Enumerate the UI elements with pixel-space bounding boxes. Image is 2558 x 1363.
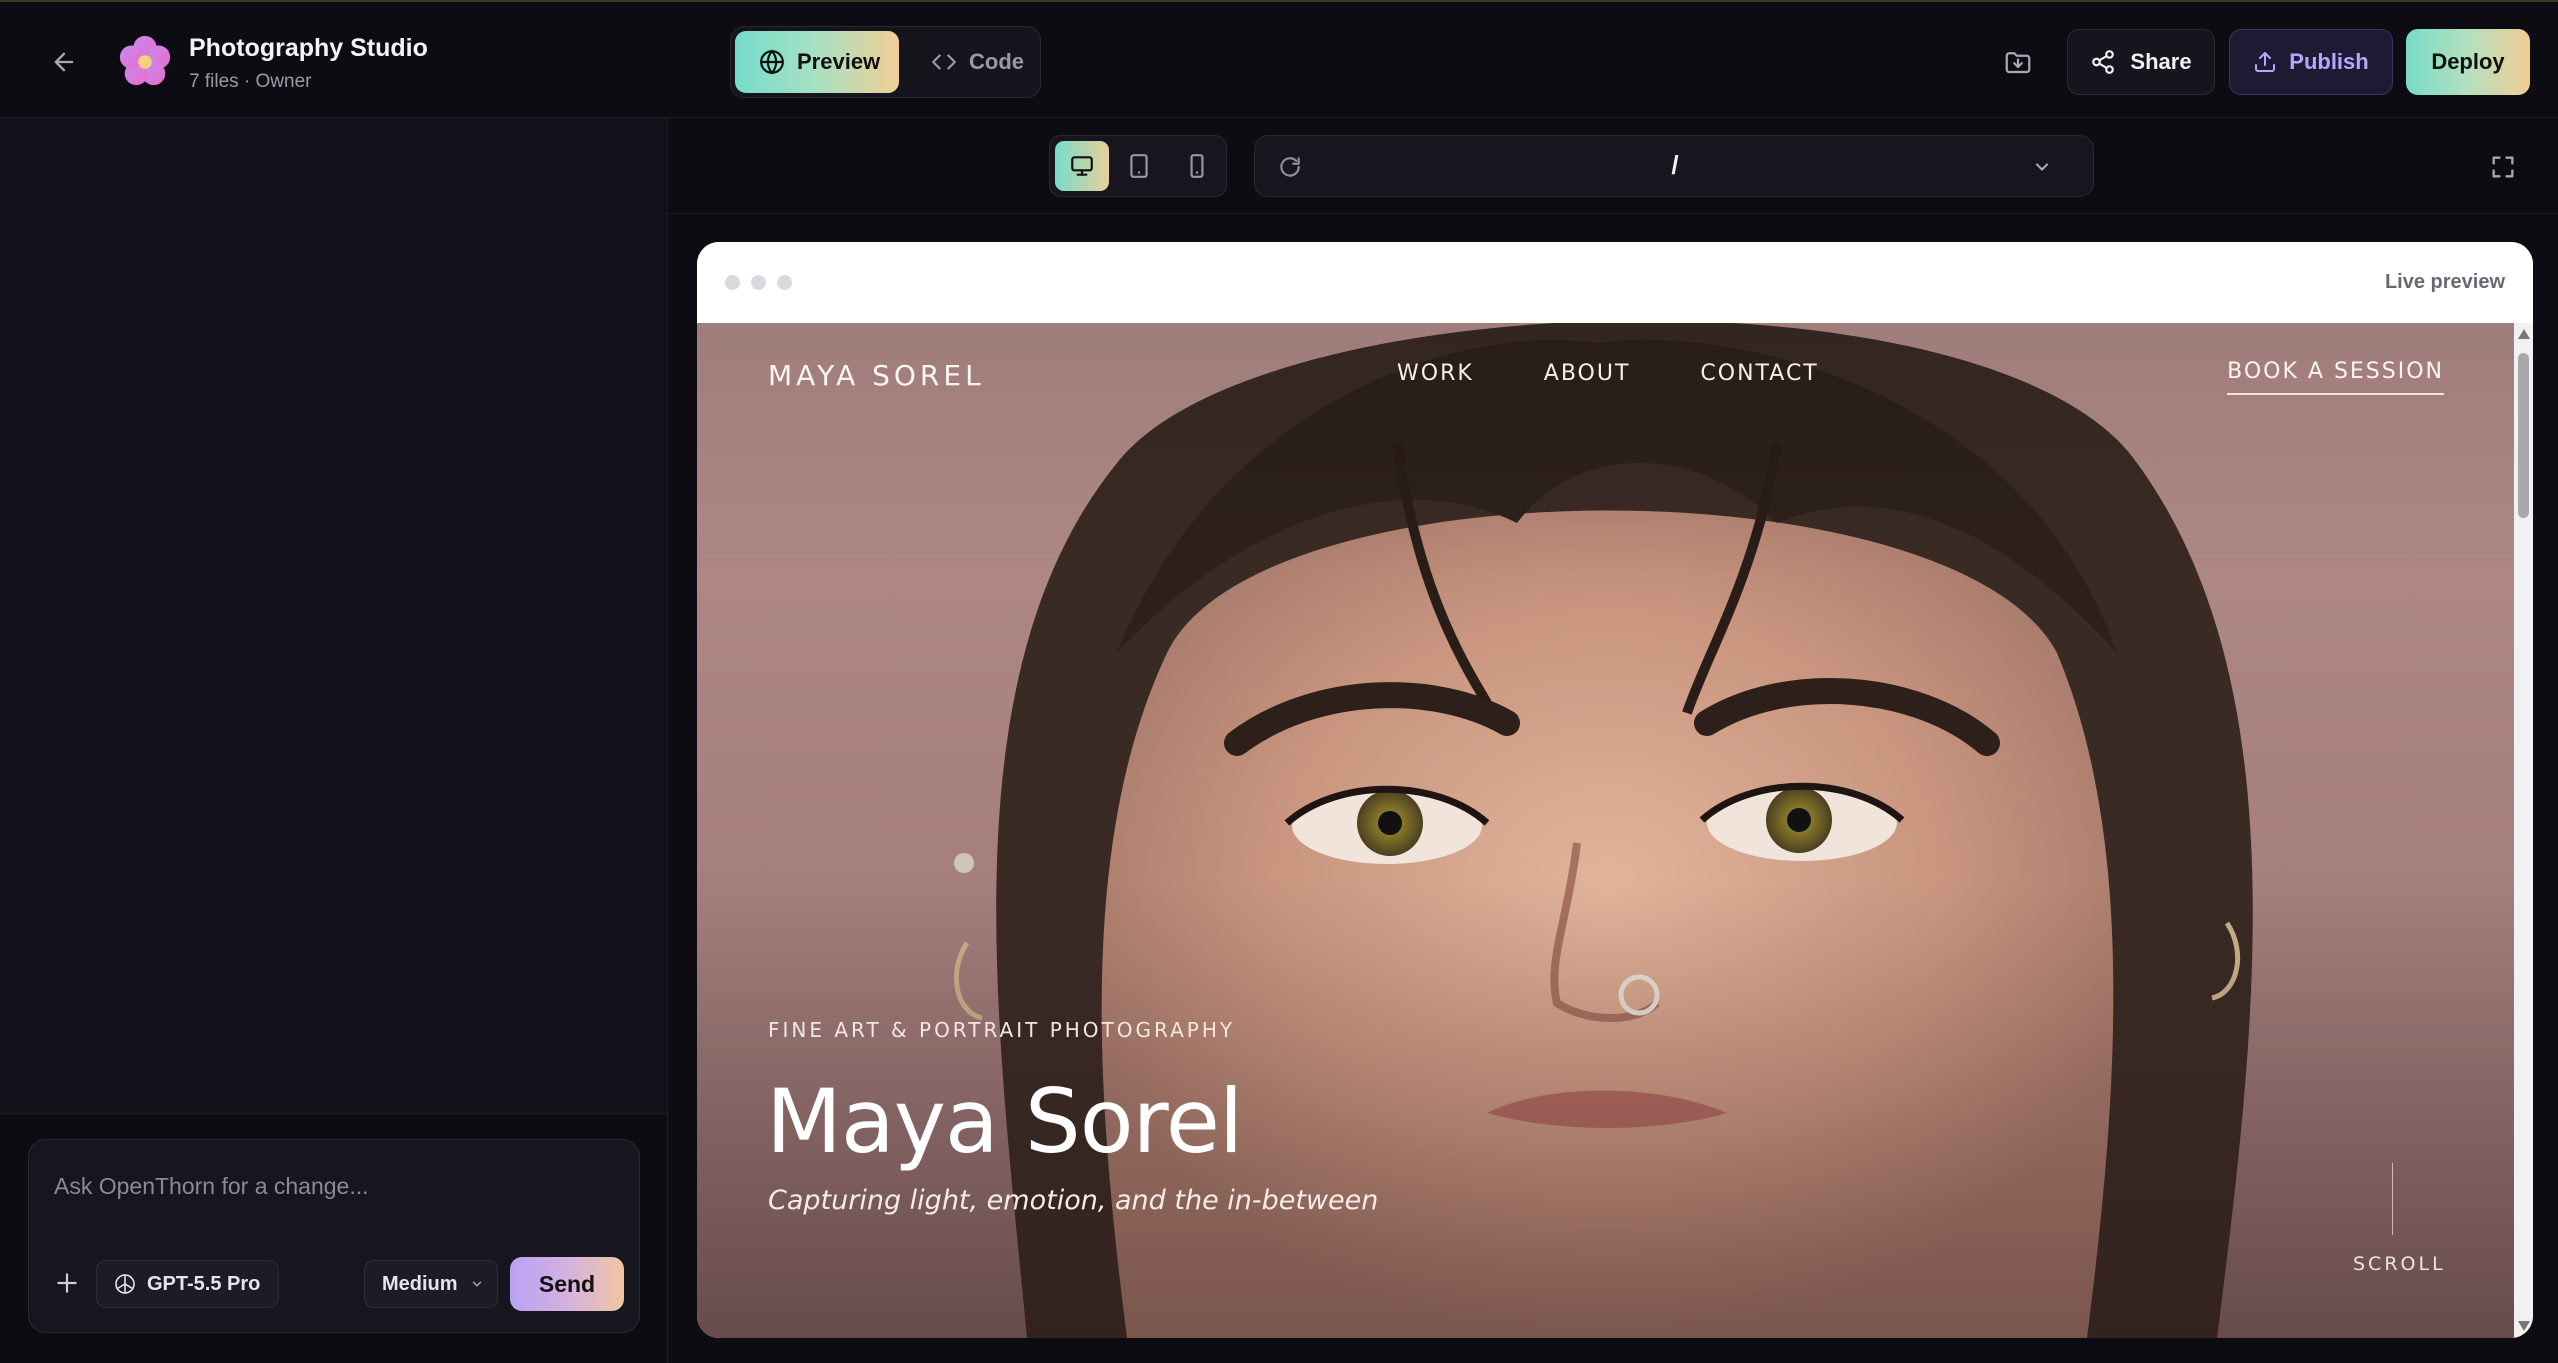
fullscreen-button[interactable] xyxy=(2485,149,2521,185)
preview-mode-button[interactable]: Preview xyxy=(735,31,899,93)
composer-area: GPT-5.5 Pro Medium Send xyxy=(0,1114,667,1363)
nav-link-about[interactable]: ABOUT xyxy=(1544,361,1631,386)
preview-frame: Live preview MAYA SOREL WORK ABOUT CONTA… xyxy=(697,242,2533,1338)
project-meta: 7 files · Owner xyxy=(189,71,312,92)
share-button[interactable]: Share xyxy=(2067,29,2215,95)
scroll-indicator-label[interactable]: SCROLL xyxy=(2353,1253,2446,1275)
code-mode-button[interactable]: Code xyxy=(911,31,1031,93)
deploy-button[interactable]: Deploy xyxy=(2406,29,2530,95)
tablet-icon xyxy=(1130,154,1148,178)
route-path: / xyxy=(1671,150,1679,180)
hero-title: Maya Sorel xyxy=(766,1070,1243,1173)
send-button[interactable]: Send xyxy=(510,1257,624,1311)
project-title: Photography Studio xyxy=(189,34,428,62)
flower-logo-icon xyxy=(119,35,171,86)
prompt-input[interactable] xyxy=(54,1166,614,1206)
fullscreen-icon xyxy=(2492,156,2514,178)
chat-panel: GPT-5.5 Pro Medium Send xyxy=(0,118,668,1363)
attach-button[interactable] xyxy=(49,1265,85,1301)
chevron-down-icon xyxy=(2035,163,2049,171)
chevron-down-icon xyxy=(472,1281,481,1287)
site-logo[interactable]: MAYA SOREL xyxy=(768,359,985,392)
preview-scrollbar[interactable] xyxy=(2514,323,2533,1338)
chat-history xyxy=(0,118,667,1114)
site-hero: MAYA SOREL WORK ABOUT CONTACT BOOK A SES… xyxy=(697,323,2514,1338)
hero-kicker: FINE ART & PORTRAIT PHOTOGRAPHY xyxy=(768,1018,1236,1042)
scroll-indicator-line xyxy=(2392,1163,2393,1235)
code-brackets-icon xyxy=(932,54,956,70)
top-bar: Photography Studio 7 files · Owner Previ… xyxy=(0,0,2558,118)
model-label: GPT-5.5 Pro xyxy=(147,1272,261,1295)
mobile-icon xyxy=(1190,154,1204,178)
frame-header: Live preview xyxy=(697,242,2533,323)
window-dot xyxy=(725,275,740,290)
globe-icon xyxy=(760,49,784,75)
scroll-down-icon[interactable] xyxy=(2518,1321,2530,1331)
live-preview-label: Live preview xyxy=(2384,271,2505,293)
share-nodes-icon xyxy=(2092,50,2115,74)
preview-panel: / Live preview MAYA SOREL WORK ABOUT CON… xyxy=(668,118,2558,1363)
upload-icon xyxy=(2255,52,2276,72)
view-mode-toggle: Preview Code xyxy=(730,26,1041,98)
plus-icon xyxy=(57,1273,77,1293)
hero-subtitle: Capturing light, emotion, and the in-bet… xyxy=(768,1185,1379,1216)
folder-download-icon xyxy=(2005,52,2031,74)
effort-label: Medium xyxy=(382,1272,458,1295)
download-button[interactable] xyxy=(1996,40,2040,84)
composer: GPT-5.5 Pro Medium Send xyxy=(28,1139,640,1333)
scrollbar-thumb[interactable] xyxy=(2518,353,2529,518)
arrow-left-icon xyxy=(54,52,74,72)
share-label: Share xyxy=(2130,49,2192,74)
site-nav: WORK ABOUT CONTACT xyxy=(1397,361,1819,386)
window-dot xyxy=(777,275,792,290)
nav-link-contact[interactable]: CONTACT xyxy=(1700,361,1818,386)
openai-icon xyxy=(115,1274,135,1294)
publish-button[interactable]: Publish xyxy=(2229,29,2393,95)
desktop-view-button[interactable] xyxy=(1055,141,1109,191)
publish-label: Publish xyxy=(2289,49,2369,74)
route-dropdown-button[interactable] xyxy=(2027,152,2057,182)
preview-toolbar: / xyxy=(668,118,2558,214)
back-button[interactable] xyxy=(44,42,84,82)
code-mode-label: Code xyxy=(969,49,1024,74)
preview-mode-label: Preview xyxy=(797,49,881,74)
tablet-view-button[interactable] xyxy=(1112,141,1166,191)
window-dot xyxy=(751,275,766,290)
nav-link-work[interactable]: WORK xyxy=(1397,361,1474,386)
book-session-button[interactable]: BOOK A SESSION xyxy=(2227,359,2444,395)
device-switcher xyxy=(1049,135,1227,197)
desktop-icon xyxy=(1071,156,1093,176)
mobile-view-button[interactable] xyxy=(1170,141,1224,191)
model-selector[interactable]: GPT-5.5 Pro xyxy=(96,1260,279,1308)
refresh-button[interactable] xyxy=(1275,152,1305,182)
scroll-up-icon[interactable] xyxy=(2518,329,2530,339)
refresh-icon xyxy=(1280,157,1300,177)
route-bar[interactable]: / xyxy=(1254,135,2094,197)
effort-selector[interactable]: Medium xyxy=(364,1260,498,1308)
